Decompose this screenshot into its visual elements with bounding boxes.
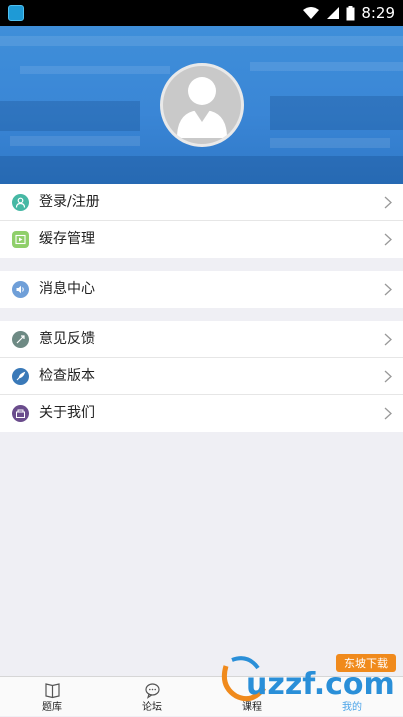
- speaker-icon: [12, 281, 29, 298]
- about-us-item[interactable]: 关于我们: [0, 395, 403, 432]
- watermark-text: uzzf.com: [246, 667, 395, 702]
- uzzf-watermark-logo: uzzf.com 东坡下载: [221, 654, 396, 702]
- message-center-label: 消息中心: [39, 281, 95, 297]
- about-us-label: 关于我们: [39, 405, 95, 421]
- feedback-label: 意见反馈: [39, 331, 95, 347]
- check-version-item[interactable]: 检查版本: [0, 358, 403, 395]
- menu-group-messages: 消息中心: [0, 271, 403, 308]
- avatar[interactable]: [160, 63, 244, 147]
- chevron-right-icon: [384, 196, 392, 209]
- chevron-right-icon: [384, 233, 392, 246]
- chevron-right-icon: [384, 370, 392, 383]
- default-avatar-icon: [177, 77, 227, 138]
- profile-header: [0, 26, 403, 184]
- feedback-icon: [12, 331, 29, 348]
- cache-icon: [12, 231, 29, 248]
- feedback-item[interactable]: 意见反馈: [0, 321, 403, 358]
- chevron-right-icon: [384, 333, 392, 346]
- cache-management-label: 缓存管理: [39, 231, 95, 247]
- check-version-label: 检查版本: [39, 368, 95, 384]
- login-register-item[interactable]: 登录/注册: [0, 184, 403, 221]
- menu-group-account: 登录/注册 缓存管理: [0, 184, 403, 258]
- status-time: 8:29: [361, 4, 395, 22]
- tab-label: 论坛: [142, 702, 162, 713]
- chevron-right-icon: [384, 407, 392, 420]
- rocket-icon: [12, 368, 29, 385]
- about-icon: [12, 405, 29, 422]
- watermark-badge: 东坡下载: [344, 657, 388, 670]
- status-bar: 8:29: [0, 0, 403, 26]
- book-icon: [45, 683, 60, 699]
- signal-icon: [327, 7, 340, 19]
- chevron-right-icon: [384, 283, 392, 296]
- tab-question-bank[interactable]: 题库: [2, 677, 102, 717]
- message-center-item[interactable]: 消息中心: [0, 271, 403, 308]
- tab-label: 题库: [42, 702, 62, 713]
- user-icon: [12, 194, 29, 211]
- cache-management-item[interactable]: 缓存管理: [0, 221, 403, 258]
- tab-forum[interactable]: 论坛: [102, 677, 202, 717]
- wifi-icon: [303, 7, 320, 19]
- menu-group-app: 意见反馈 检查版本 关于我们: [0, 321, 403, 432]
- chat-icon: [145, 683, 160, 699]
- battery-icon: [346, 5, 355, 20]
- app-notification-icon: [8, 5, 24, 21]
- login-register-label: 登录/注册: [39, 194, 100, 210]
